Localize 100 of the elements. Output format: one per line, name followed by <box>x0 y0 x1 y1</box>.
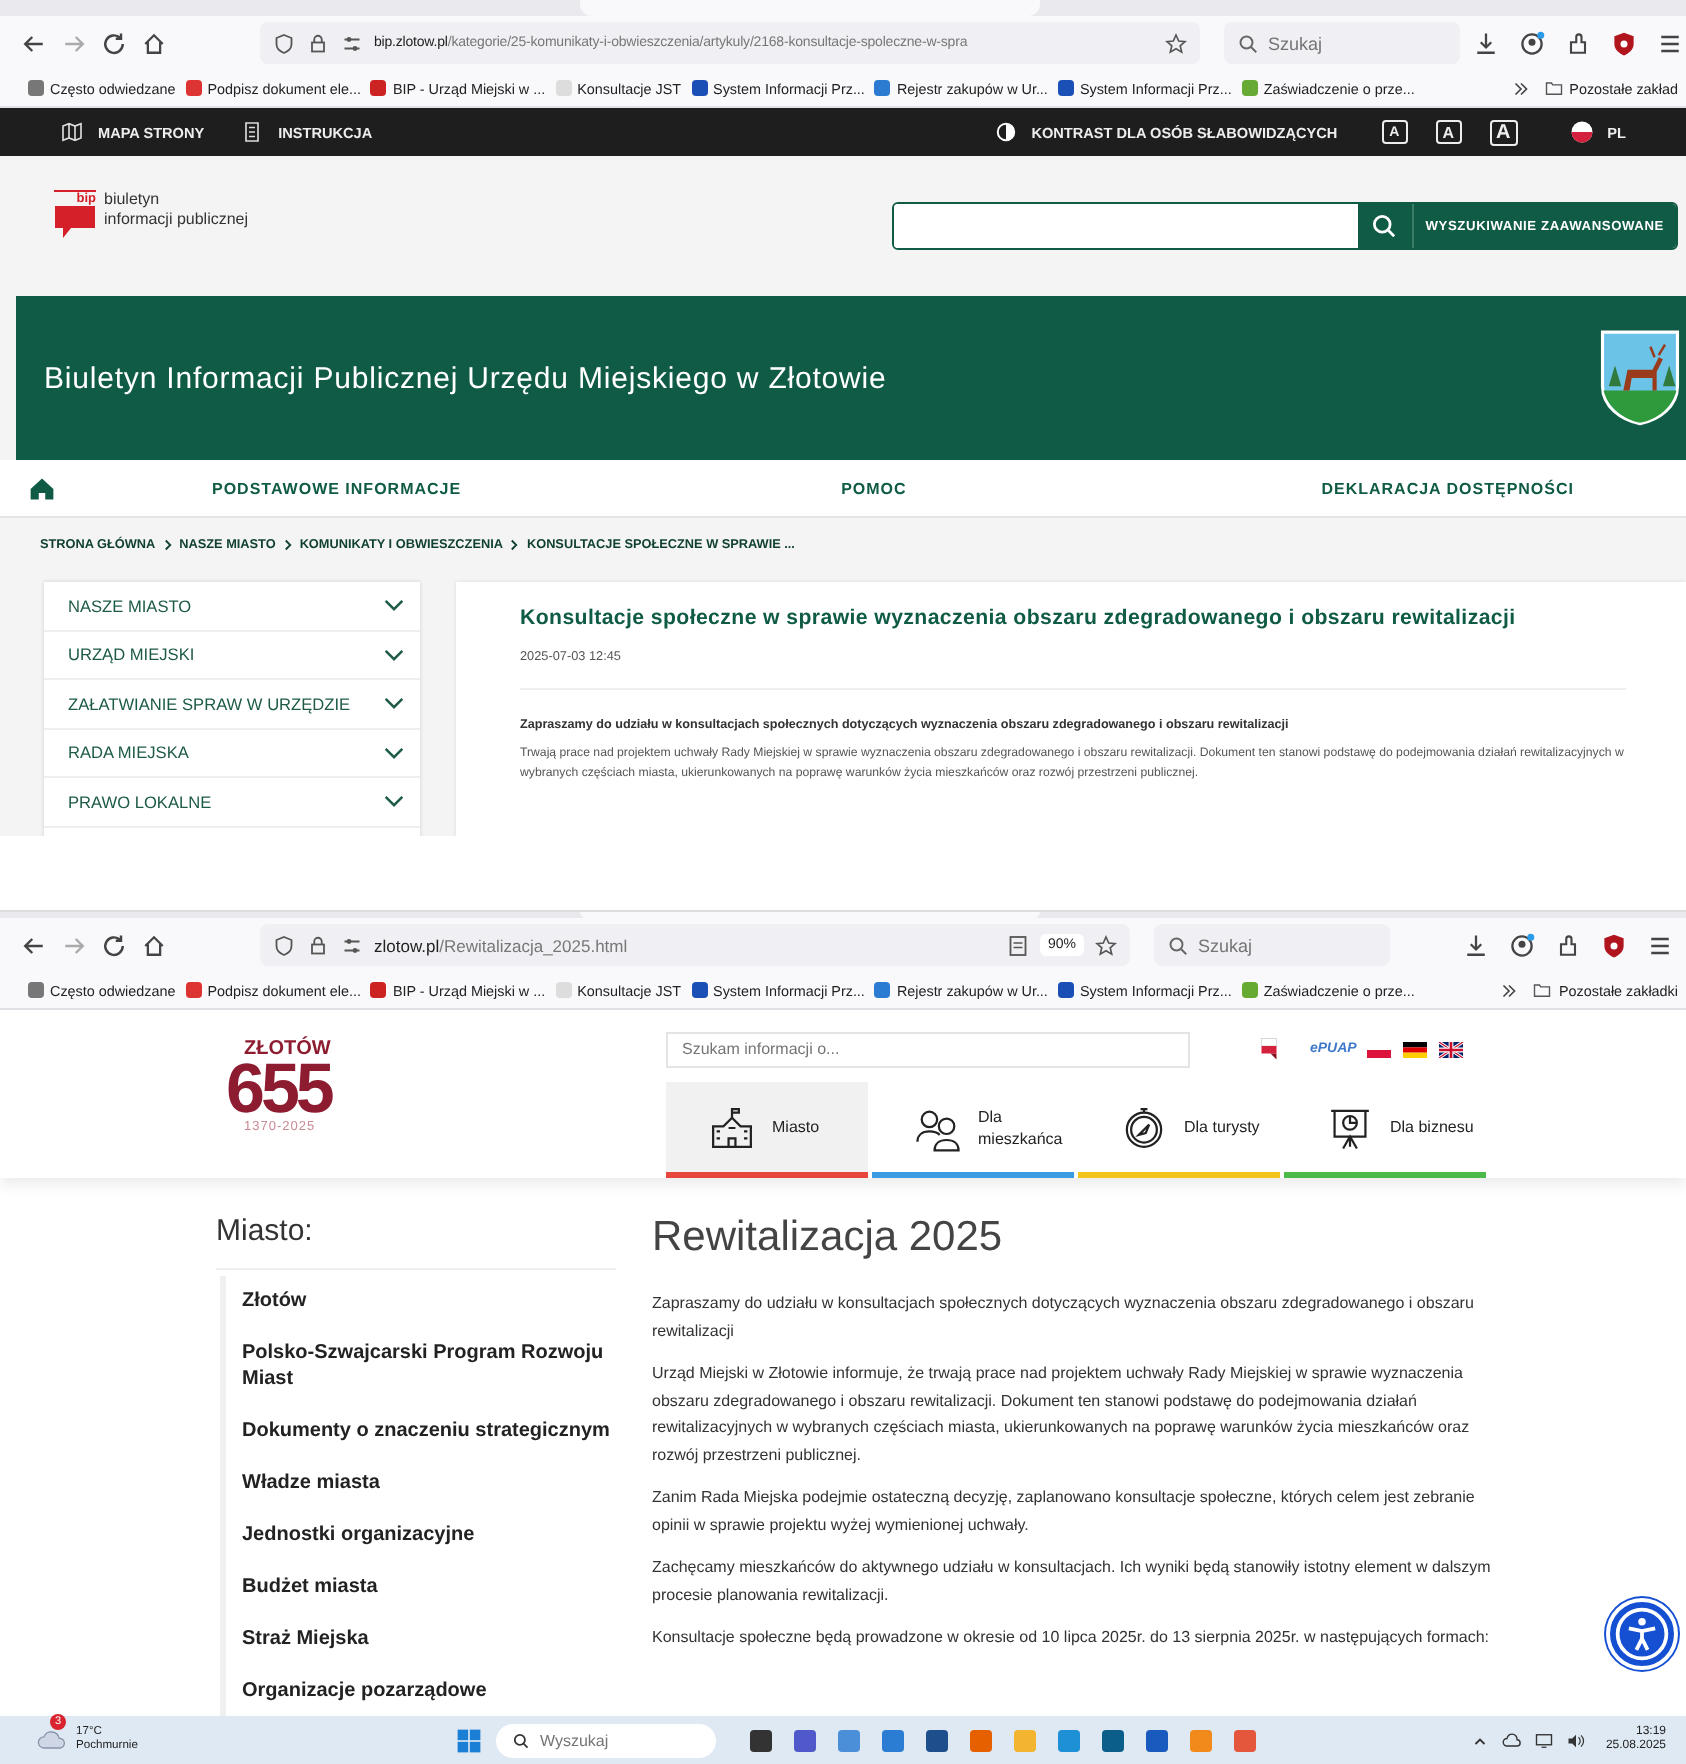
nav-tab[interactable]: Miasto <box>666 1082 868 1178</box>
paragraph: Urząd Miejski w Złotowie informuje, że trwają prace nad projektem uchwały Rady Miejskiej w sprawie wyznaczenia obszaru zdegradowanego i obszaru rewitalizacji. Dokument ten stanowi podstawę do podejmowania działań rewitalizacyjnych w wybranych częściach miasta, ukierunkowanych na poprawę warunków życia mieszkańców oraz rozwój przestrzeni publicznej. <box>652 1362 1472 1468</box>
reload-icon[interactable] <box>100 931 128 959</box>
chevrons-icon[interactable] <box>1509 77 1532 99</box>
paragraph: Zapraszamy do udziału w konsultacjach społecznych dotyczących wyznaczenia obszaru zdegradowanego i obszaru rewitalizacji <box>652 1292 1476 1344</box>
chevron-icon[interactable] <box>384 598 404 613</box>
chevrons-icon[interactable] <box>1498 979 1521 1001</box>
menu-label: ZAŁATWIANIE SPRAW W URZĘDZIE <box>68 693 351 714</box>
chevron-icon[interactable] <box>384 696 404 711</box>
menu-item[interactable]: Dokumenty o znaczeniu strategicznym <box>242 1405 616 1457</box>
chevron-icon[interactable] <box>384 647 404 662</box>
banner-title: Biuletyn Informacji Publicznej Urzędu Miejskiego w Złotowie <box>44 361 887 395</box>
search-field[interactable]: Szukaj <box>1154 924 1390 966</box>
font-size-button[interactable]: A <box>1489 119 1518 145</box>
shield-icon[interactable] <box>1610 29 1638 57</box>
lock-icon <box>306 933 330 957</box>
extensions-icon[interactable] <box>1564 29 1592 57</box>
search-icon <box>1236 31 1260 55</box>
folder-icon <box>1543 78 1564 98</box>
logo-text: informacji publicznej <box>104 210 249 230</box>
menu-item[interactable]: Jednostki organizacyjne <box>242 1509 616 1561</box>
menu-label: RADA MIEJSKA <box>68 742 189 763</box>
menu-item[interactable]: Polsko-Szwajcarski Program Rozwoju Miast <box>242 1328 616 1405</box>
speaker-icon[interactable] <box>1565 1731 1586 1749</box>
menu-item[interactable]: Złotów <box>242 1276 616 1328</box>
chevron-icon[interactable] <box>384 794 404 809</box>
menu-item[interactable]: Budżet miasta <box>242 1561 616 1613</box>
menu-item[interactable]: Straż Miejska <box>242 1613 616 1665</box>
app-icon[interactable] <box>794 1729 816 1751</box>
accessibility-button[interactable] <box>1606 1598 1678 1670</box>
search-field[interactable]: Szukaj <box>1224 22 1460 64</box>
menu-label: NASZE MIASTO <box>68 595 192 616</box>
home-icon[interactable] <box>28 475 56 501</box>
contrast-icon <box>993 120 1018 144</box>
account-icon[interactable] <box>1508 931 1536 959</box>
folder-icon <box>1532 980 1553 1000</box>
nav-link[interactable]: DEKLARACJA DOSTĘPNOŚCI <box>1321 479 1574 497</box>
sliders-icon[interactable] <box>340 933 364 957</box>
menu-item[interactable]: RADA MIEJSKA <box>44 729 420 778</box>
menu-item[interactable]: Organizacje pozarządowe <box>242 1665 616 1717</box>
star-icon[interactable] <box>1094 933 1118 957</box>
nav-link[interactable]: POMOC <box>841 479 907 497</box>
star-icon[interactable] <box>1164 31 1188 55</box>
cloud-icon <box>36 1728 68 1752</box>
sidebar-title: Miasto: <box>216 1214 616 1270</box>
menu-label: URZĄD MIEJSKI <box>68 644 195 665</box>
sliders-icon[interactable] <box>340 31 364 55</box>
app-icon[interactable] <box>926 1729 948 1751</box>
paragraph: Zanim Rada Miejska podejmie ostateczną decyzję, zaplanowano konsultacje społeczne, których celem jest zebranie opinii w sprawie projektu wyżej wymienionej uchwały. <box>652 1486 1477 1538</box>
search-input[interactable]: Szukaj <box>1268 33 1438 53</box>
url-text: zlotow.pl/Rewitalizacja_2025.html <box>374 935 630 955</box>
app-icon[interactable] <box>1146 1729 1168 1751</box>
download-icon[interactable] <box>1472 29 1500 57</box>
document-icon <box>240 120 265 144</box>
app-icon[interactable] <box>1102 1729 1124 1751</box>
reader-view-icon[interactable] <box>1005 933 1030 957</box>
monitor-icon[interactable] <box>1533 1731 1554 1749</box>
windows-logo-icon[interactable] <box>456 1727 482 1753</box>
page-title: Rewitalizacja 2025 <box>652 1214 1005 1262</box>
flag-icon <box>1569 120 1594 144</box>
paragraph: Zachęcamy mieszkańców do aktywnego udziału w konsultacjach. Ich wyniki będą stanowiły istotny element w dalszym procesie planowania rewitalizacji. <box>652 1556 1492 1608</box>
shield-icon[interactable] <box>1600 931 1628 959</box>
shield-icon <box>272 933 296 957</box>
chevron-icon <box>161 537 174 551</box>
article-title: Konsultacje społeczne w sprawie wyznaczenia obszaru zdegradowanego i obszaru rewitalizacji <box>520 606 1518 630</box>
menu-item[interactable]: Władze miasta <box>242 1457 616 1509</box>
logo-text: biuletyn <box>104 190 162 210</box>
building-icon <box>708 1103 756 1151</box>
menu-item[interactable]: NASZE MIASTO <box>44 582 420 631</box>
flag-icon[interactable] <box>1260 1036 1278 1062</box>
nav-link[interactable]: PODSTAWOWE INFORMACJE <box>212 479 462 497</box>
search-input[interactable]: Szukaj <box>1198 935 1368 955</box>
search-icon <box>512 1729 530 1751</box>
search-field[interactable]: Szukam informacji o... <box>666 1031 1190 1067</box>
accessibility-icon <box>1612 1604 1672 1664</box>
flag-icon[interactable] <box>1438 1041 1465 1057</box>
nav-tab[interactable]: Dla mieszkańca <box>872 1082 1074 1178</box>
chevron-icon[interactable] <box>384 745 404 760</box>
menu-item[interactable]: ZAŁATWIANIE SPRAW W URZĘDZIE <box>44 680 420 729</box>
nav-tab[interactable]: Dla biznesu <box>1284 1082 1486 1178</box>
cloud-icon[interactable] <box>1501 1731 1522 1749</box>
menu-item[interactable]: PRAWO LOKALNE <box>44 778 420 827</box>
app-icon[interactable] <box>750 1729 772 1751</box>
font-size-button[interactable]: A <box>1435 120 1462 144</box>
compass-icon <box>1120 1103 1168 1151</box>
menu-item[interactable]: URZĄD MIEJSKI <box>44 631 420 680</box>
chevron-icon <box>281 537 294 551</box>
lock-icon <box>306 31 330 55</box>
nav-tab[interactable]: Dla turysty <box>1078 1082 1280 1178</box>
account-icon[interactable] <box>1518 29 1546 57</box>
map-icon <box>60 120 84 144</box>
search-input[interactable]: Wyszukaj <box>540 1731 700 1749</box>
flag-icon[interactable] <box>1402 1041 1429 1057</box>
download-icon[interactable] <box>1462 931 1490 959</box>
extensions-icon[interactable] <box>1554 931 1582 959</box>
home-icon[interactable] <box>140 29 168 57</box>
home-icon[interactable] <box>140 931 168 959</box>
paragraph: Konsultacje społeczne będą prowadzone w okresie od 10 lipca 2025r. do 13 sierpnia 2025r. w następujących formach: <box>652 1626 1491 1650</box>
search-field[interactable]: Wyszukaj <box>496 1723 716 1757</box>
reload-icon[interactable] <box>100 29 128 57</box>
